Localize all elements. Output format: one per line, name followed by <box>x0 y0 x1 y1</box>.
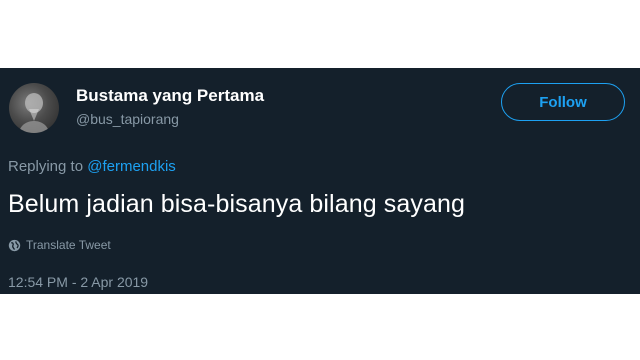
tweet-text: Belum jadian bisa-bisanya bilang sayang <box>8 190 465 218</box>
translate-tweet-label: Translate Tweet <box>26 238 111 252</box>
replying-to-prefix: Replying to <box>8 158 84 175</box>
author-display-name[interactable]: Bustama yang Pertama <box>76 86 264 106</box>
tweet-timestamp[interactable]: 12:54 PM - 2 Apr 2019 <box>8 274 148 290</box>
replying-to-mention[interactable]: @fermendkis <box>87 158 176 175</box>
follow-button-label: Follow <box>539 93 587 111</box>
author-handle[interactable]: @bus_tapiorang <box>76 111 179 127</box>
avatar[interactable] <box>9 83 59 133</box>
follow-button[interactable]: Follow <box>501 83 625 121</box>
globe-icon <box>8 239 21 251</box>
tweet-card: Bustama yang Pertama @bus_tapiorang Foll… <box>0 68 640 294</box>
replying-to-line: Replying to @fermendkis <box>8 158 176 175</box>
translate-tweet-link[interactable]: Translate Tweet <box>8 238 111 252</box>
avatar-photo <box>19 93 49 133</box>
